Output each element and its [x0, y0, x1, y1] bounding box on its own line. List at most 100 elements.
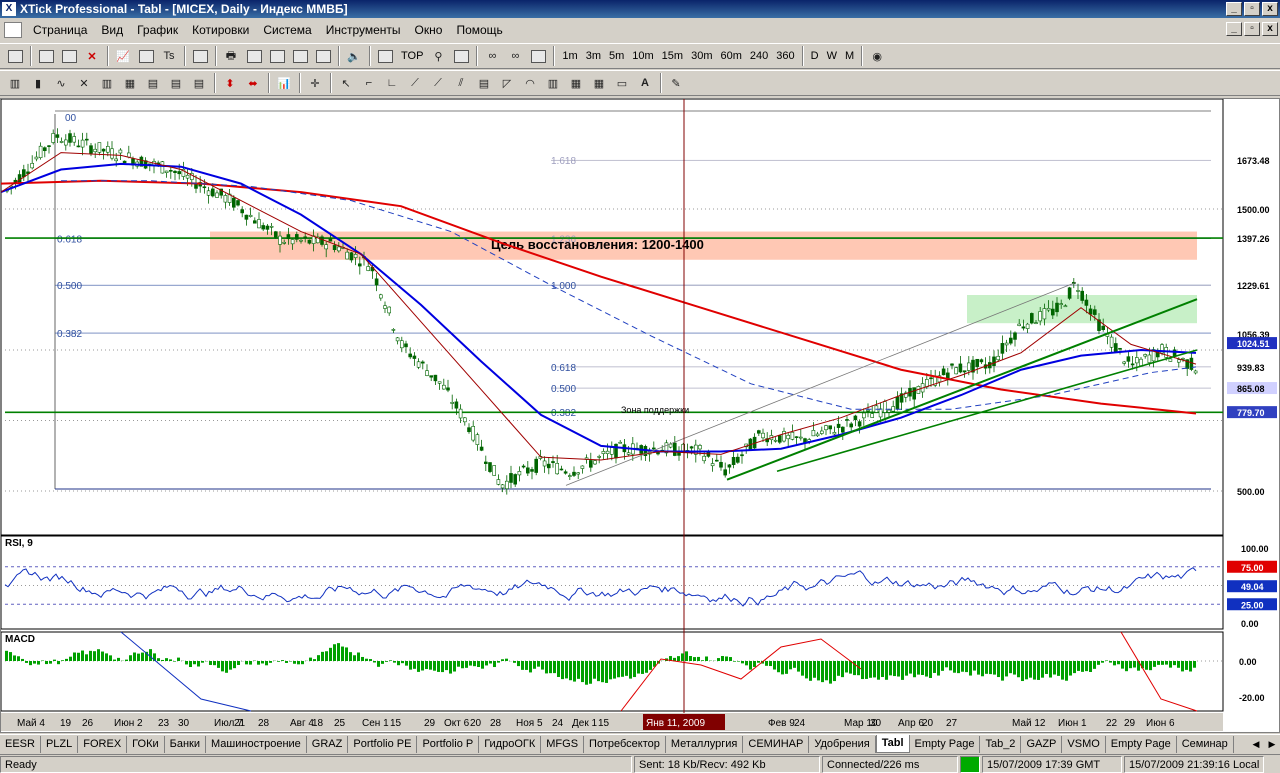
scanner-button[interactable]	[374, 46, 396, 66]
menu-help[interactable]: Помощь	[449, 20, 509, 40]
ray-icon[interactable]: ⟋	[427, 73, 449, 93]
horizontal-line-icon[interactable]: ⌐	[358, 73, 380, 93]
zoom-out-icon[interactable]: ⬌	[242, 73, 264, 93]
sort-button[interactable]	[243, 46, 265, 66]
tab-seminar[interactable]: Семинар	[1177, 735, 1234, 753]
fibo-fan-icon[interactable]: ◸	[496, 73, 518, 93]
period-month[interactable]: M	[841, 46, 858, 66]
channel-icon[interactable]: ⫽	[450, 73, 472, 93]
close-button[interactable]: x	[1262, 2, 1278, 16]
tab-forex[interactable]: FOREX	[78, 735, 128, 753]
renko-icon[interactable]: ▦	[119, 73, 141, 93]
histogram-icon[interactable]: ▤	[165, 73, 187, 93]
point-figure-icon[interactable]: ✕	[73, 73, 95, 93]
gann-icon[interactable]: ▦	[565, 73, 587, 93]
crosshair-icon[interactable]: ✛	[304, 73, 326, 93]
new-page-button[interactable]	[4, 46, 26, 66]
pointer-icon[interactable]: ↖	[335, 73, 357, 93]
tab-fertilizers[interactable]: Удобрения	[809, 735, 876, 753]
tab-scroll-right-icon[interactable]: ▶	[1264, 736, 1280, 752]
tab-eesr[interactable]: EESR	[0, 735, 41, 753]
tab-portfolio-p[interactable]: Portfolio P	[417, 735, 480, 753]
search-icon[interactable]: ⚲	[427, 46, 449, 66]
trend-line-icon[interactable]: ⟋	[404, 73, 426, 93]
timeframe-3m[interactable]: 3m	[582, 46, 605, 66]
menu-view[interactable]: Вид	[94, 20, 130, 40]
delete-button[interactable]: ✕	[81, 46, 103, 66]
save-button[interactable]	[58, 46, 80, 66]
tab-seminar-caps[interactable]: СЕМИНАР	[743, 735, 810, 753]
glasses2-button[interactable]: ∞	[504, 46, 526, 66]
timeframe-15m[interactable]: 15m	[658, 46, 687, 66]
price-chart[interactable]: 0.6180.5000.3821.6181.2361.0000.6180.500…	[1, 99, 1279, 732]
timeframe-5m[interactable]: 5m	[605, 46, 628, 66]
fibo-retrace-icon[interactable]: ▤	[473, 73, 495, 93]
bar-chart-icon[interactable]: ▥	[4, 73, 26, 93]
period-week[interactable]: W	[823, 46, 841, 66]
menu-chart[interactable]: График	[130, 20, 185, 40]
candle-chart-icon[interactable]: ▮	[27, 73, 49, 93]
zoom-in-icon[interactable]: ⬍	[219, 73, 241, 93]
kagi-icon[interactable]: ▥	[96, 73, 118, 93]
clock-icon[interactable]: ◉	[866, 46, 888, 66]
tab-empty-page-1[interactable]: Empty Page	[910, 735, 981, 753]
open-button[interactable]	[35, 46, 57, 66]
tab-portfolio-pe[interactable]: Portfolio PE	[348, 735, 418, 753]
menu-tools[interactable]: Инструменты	[319, 20, 408, 40]
menu-window[interactable]: Окно	[408, 20, 450, 40]
tab-metallurgy[interactable]: Металлургия	[666, 735, 744, 753]
period-day[interactable]: D	[807, 46, 823, 66]
tab-gazp[interactable]: GAZP	[1021, 735, 1063, 753]
timeframe-10m[interactable]: 10m	[628, 46, 657, 66]
top-button[interactable]: TOP	[397, 46, 427, 66]
print-button[interactable]: 🖶	[220, 46, 242, 66]
mdi-minimize-button[interactable]: _	[1226, 22, 1242, 36]
tab-consumer[interactable]: Потребсектор	[584, 735, 666, 753]
chart-window-icon[interactable]	[4, 22, 22, 38]
sound-button[interactable]: 🔈	[343, 46, 365, 66]
quotes-button[interactable]	[189, 46, 211, 66]
tab-tab2[interactable]: Tab_2	[980, 735, 1022, 753]
vertical-line-icon[interactable]: ∟	[381, 73, 403, 93]
flag-button[interactable]	[312, 46, 334, 66]
timeframe-60m[interactable]: 60m	[716, 46, 745, 66]
menu-quotes[interactable]: Котировки	[185, 20, 256, 40]
line-chart-icon[interactable]: ∿	[50, 73, 72, 93]
cycles-icon[interactable]: ▦	[588, 73, 610, 93]
text-icon[interactable]: A	[634, 73, 656, 93]
mdi-close-button[interactable]: x	[1262, 22, 1278, 36]
table-button[interactable]	[135, 46, 157, 66]
tab-plzl[interactable]: PLZL	[41, 735, 79, 753]
rectangle-icon[interactable]: ▭	[611, 73, 633, 93]
line-chart-button[interactable]: 📈	[112, 46, 134, 66]
chart-area[interactable]: 0.618 0.500 0.382 1.618 1.236 1.000 0.618 0.500…	[0, 98, 1280, 733]
tab-goki[interactable]: ГОКи	[127, 735, 165, 753]
indicator-icon[interactable]: 📊	[273, 73, 295, 93]
timeframe-360[interactable]: 360	[772, 46, 798, 66]
tab-vsmo[interactable]: VSMO	[1062, 735, 1106, 753]
news-button[interactable]	[450, 46, 472, 66]
menu-page[interactable]: Страница	[26, 20, 94, 40]
timeframe-30m[interactable]: 30m	[687, 46, 716, 66]
restore-button[interactable]: ▫	[1244, 2, 1260, 16]
tab-hydroogk[interactable]: ГидроОГК	[479, 735, 542, 753]
fibo-time-icon[interactable]: ▥	[542, 73, 564, 93]
timeframe-240[interactable]: 240	[746, 46, 772, 66]
volume-icon[interactable]: ▤	[142, 73, 164, 93]
alerts-button[interactable]	[266, 46, 288, 66]
tab-graz[interactable]: GRAZ	[307, 735, 349, 753]
tab-tabl[interactable]: Tabl	[875, 735, 910, 753]
mdi-restore-button[interactable]: ▫	[1244, 22, 1260, 36]
tab-mfgs[interactable]: MFGS	[541, 735, 585, 753]
tab-banks[interactable]: Банки	[165, 735, 206, 753]
minimize-button[interactable]: _	[1226, 2, 1242, 16]
glasses-button[interactable]: ∞	[481, 46, 503, 66]
xt-news-button[interactable]	[527, 46, 549, 66]
draw-pencil-icon[interactable]: ✎	[665, 73, 687, 93]
portfolio-button[interactable]	[289, 46, 311, 66]
tab-scroll-left-icon[interactable]: ◀	[1248, 736, 1264, 752]
fibo-arcs-icon[interactable]: ◠	[519, 73, 541, 93]
menu-system[interactable]: Система	[256, 20, 318, 40]
tab-machinery[interactable]: Машиностроение	[206, 735, 307, 753]
tab-empty-page-2[interactable]: Empty Page	[1106, 735, 1177, 753]
